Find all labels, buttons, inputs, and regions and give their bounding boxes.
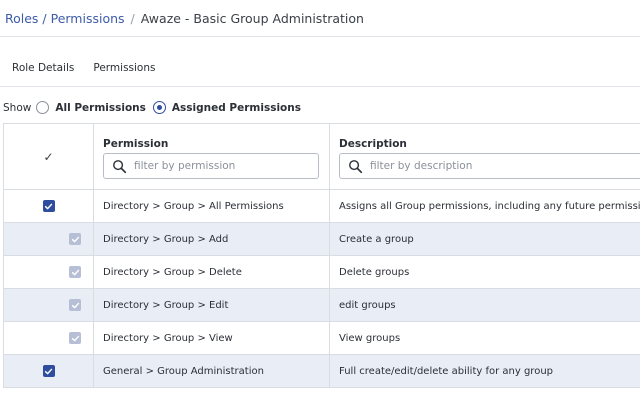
radio-all-permissions[interactable] <box>36 101 50 114</box>
table-row: Directory > Group > Delete Delete groups <box>4 256 640 289</box>
tab-role-details[interactable]: Role Details <box>12 62 74 74</box>
row-description: Delete groups <box>339 266 410 278</box>
row-checkbox-inherited <box>69 299 81 311</box>
row-check-cell <box>4 190 94 222</box>
tab-bar: Role Details Permissions <box>12 62 174 74</box>
permission-filter-input[interactable] <box>134 160 314 172</box>
row-checkbox[interactable] <box>42 200 55 212</box>
table-row: Directory > Group > Add Create a group <box>4 223 640 256</box>
description-column-header: Description <box>330 124 640 189</box>
row-permission: Directory > Group > Edit <box>94 289 330 321</box>
search-icon <box>349 159 363 173</box>
permission-filter <box>103 153 319 179</box>
row-permission: General > Group Administration <box>94 355 330 387</box>
table-row: Directory > Group > All Permissions Assi… <box>4 190 640 223</box>
show-label: Show <box>3 101 32 114</box>
permission-column-title: Permission <box>103 138 169 150</box>
row-check-cell <box>4 256 94 288</box>
row-permission: Directory > Group > All Permissions <box>94 190 330 222</box>
row-check-cell <box>4 289 94 321</box>
checkmark-icon <box>44 203 53 209</box>
header-check-cell: ✓ <box>4 124 94 189</box>
description-filter <box>339 153 640 179</box>
row-description: Full create/edit/delete ability for any … <box>339 365 554 377</box>
row-description: Assigns all Group permissions, including… <box>339 200 640 212</box>
row-checkbox-inherited <box>69 266 81 278</box>
row-description: Create a group <box>339 233 414 245</box>
table-row: General > Group Administration Full crea… <box>4 355 640 388</box>
radio-assigned-permissions-label[interactable]: Assigned Permissions <box>172 102 301 114</box>
header-divider <box>0 36 640 37</box>
row-description: View groups <box>339 332 401 344</box>
row-checkbox-inherited <box>69 233 81 245</box>
show-filter: Show All Permissions Assigned Permission… <box>3 101 308 114</box>
breadcrumb-separator: / <box>130 10 135 26</box>
permissions-table: ✓ Permission Description Directory > Gro… <box>3 123 640 388</box>
row-permission: Directory > Group > Delete <box>94 256 330 288</box>
radio-all-permissions-label[interactable]: All Permissions <box>55 102 146 114</box>
row-permission: Directory > Group > Add <box>94 223 330 255</box>
checkmark-icon <box>71 302 79 308</box>
search-icon <box>113 159 127 173</box>
radio-assigned-permissions[interactable] <box>152 101 166 114</box>
row-check-cell <box>4 223 94 255</box>
description-filter-input[interactable] <box>370 160 550 172</box>
row-permission: Directory > Group > View <box>94 322 330 354</box>
description-column-title: Description <box>339 138 407 150</box>
row-check-cell <box>4 355 94 387</box>
row-checkbox[interactable] <box>42 365 55 377</box>
checkmark-icon <box>44 368 53 374</box>
row-check-cell <box>4 322 94 354</box>
row-description: edit groups <box>339 299 396 311</box>
table-row: Directory > Group > Edit edit groups <box>4 289 640 322</box>
checkmark-icon <box>71 236 79 242</box>
breadcrumb-roles-permissions-link[interactable]: Roles / Permissions <box>5 11 125 26</box>
tab-permissions[interactable]: Permissions <box>93 62 155 74</box>
checkmark-icon <box>71 335 79 341</box>
tabs-divider <box>0 86 640 87</box>
table-header: ✓ Permission Description <box>4 124 640 190</box>
table-row: Directory > Group > View View groups <box>4 322 640 355</box>
permission-column-header: Permission <box>94 124 330 189</box>
select-all-check-icon[interactable]: ✓ <box>43 150 53 164</box>
breadcrumb-current-role: Awaze - Basic Group Administration <box>140 10 364 26</box>
row-checkbox-inherited <box>69 332 81 344</box>
checkmark-icon <box>71 269 79 275</box>
breadcrumb: Roles / Permissions / Awaze - Basic Grou… <box>5 9 364 27</box>
